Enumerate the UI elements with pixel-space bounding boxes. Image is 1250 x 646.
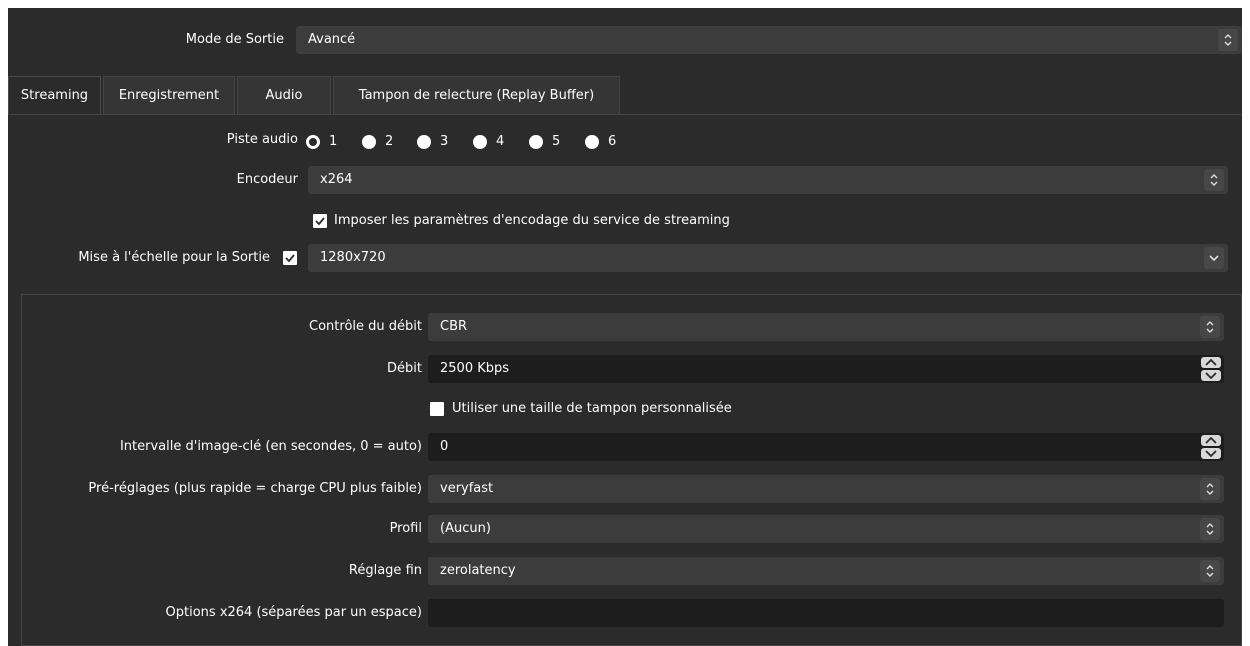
bitrate-value: 2500 Kbps	[440, 361, 510, 376]
updown-chevron-icon	[1200, 518, 1220, 540]
rate-control-value: CBR	[440, 319, 468, 334]
rescale-resolution-value: 1280x720	[320, 250, 386, 265]
rescale-resolution-select[interactable]: 1280x720	[308, 244, 1228, 272]
audio-track-option-1: 1	[329, 134, 338, 149]
rate-control-label: Contrôle du débit	[309, 319, 422, 334]
bitrate-label: Débit	[387, 361, 422, 376]
audio-track-option-2: 2	[385, 134, 394, 149]
encoder-value: x264	[320, 172, 353, 187]
audio-track-option-4: 4	[496, 134, 505, 149]
audio-track-option-5: 5	[552, 134, 561, 149]
enforce-service-label: Imposer les paramètres d'encodage du ser…	[334, 213, 730, 228]
preset-select[interactable]: veryfast	[428, 475, 1224, 503]
encoder-label: Encodeur	[236, 172, 298, 187]
tab-recording[interactable]: Enregistrement	[103, 76, 235, 114]
tune-select[interactable]: zerolatency	[428, 557, 1224, 585]
rate-control-select[interactable]: CBR	[428, 313, 1224, 341]
audio-track-radio-6[interactable]	[585, 135, 599, 149]
keyframe-interval-label: Intervalle d'image-clé (en secondes, 0 =…	[119, 439, 422, 454]
enforce-service-checkbox[interactable]	[313, 214, 327, 228]
checkmark-icon	[315, 217, 325, 226]
preset-label: Pré-réglages (plus rapide = charge CPU p…	[88, 481, 422, 496]
custom-buffer-checkbox[interactable]	[430, 402, 444, 416]
tune-label: Réglage fin	[348, 563, 422, 578]
audio-track-radio-5[interactable]	[529, 135, 543, 149]
spinbox-arrows-icon[interactable]	[1200, 434, 1222, 460]
checkmark-icon	[285, 254, 295, 263]
tab-audio[interactable]: Audio	[237, 76, 331, 114]
audio-track-radio-3[interactable]	[417, 135, 431, 149]
rescale-output-label: Mise à l'échelle pour la Sortie	[78, 250, 270, 265]
custom-buffer-label: Utiliser une taille de tampon personnali…	[452, 401, 732, 416]
audio-track-radio-2[interactable]	[362, 135, 376, 149]
updown-chevron-icon	[1218, 29, 1238, 51]
updown-chevron-icon	[1200, 478, 1220, 500]
x264-options-input[interactable]	[428, 599, 1224, 627]
profile-select[interactable]: (Aucun)	[428, 515, 1224, 543]
updown-chevron-icon	[1204, 169, 1224, 191]
audio-track-label: Piste audio	[226, 132, 298, 147]
keyframe-interval-value: 0	[440, 439, 449, 454]
tab-divider	[8, 114, 1242, 115]
tune-value: zerolatency	[440, 563, 516, 578]
audio-track-option-3: 3	[440, 134, 449, 149]
x264-options-label: Options x264 (séparées par un espace)	[165, 605, 422, 620]
keyframe-interval-spinbox[interactable]: 0	[428, 433, 1224, 461]
audio-track-radio-1[interactable]	[306, 135, 320, 149]
audio-track-radio-4[interactable]	[473, 135, 487, 149]
spinbox-arrows-icon[interactable]	[1200, 356, 1222, 382]
preset-value: veryfast	[440, 481, 494, 496]
chevron-down-icon	[1204, 247, 1224, 269]
output-settings-panel: Mode de Sortie Avancé Streaming Enregist…	[8, 8, 1242, 646]
output-mode-select[interactable]: Avancé	[296, 26, 1242, 54]
output-mode-label: Mode de Sortie	[185, 32, 284, 47]
bitrate-spinbox[interactable]: 2500 Kbps	[428, 355, 1224, 383]
profile-label: Profil	[389, 521, 422, 536]
encoder-select[interactable]: x264	[308, 166, 1228, 194]
audio-track-option-6: 6	[608, 134, 617, 149]
tab-streaming[interactable]: Streaming	[8, 76, 101, 114]
profile-value: (Aucun)	[440, 521, 491, 536]
updown-chevron-icon	[1200, 316, 1220, 338]
updown-chevron-icon	[1200, 560, 1220, 582]
rescale-output-checkbox[interactable]	[283, 251, 297, 265]
encoder-settings-group: Contrôle du débit CBR Débit 2500 Kbps Ut…	[21, 294, 1242, 646]
tab-replay-buffer[interactable]: Tampon de relecture (Replay Buffer)	[333, 76, 620, 114]
output-mode-value: Avancé	[308, 32, 356, 47]
